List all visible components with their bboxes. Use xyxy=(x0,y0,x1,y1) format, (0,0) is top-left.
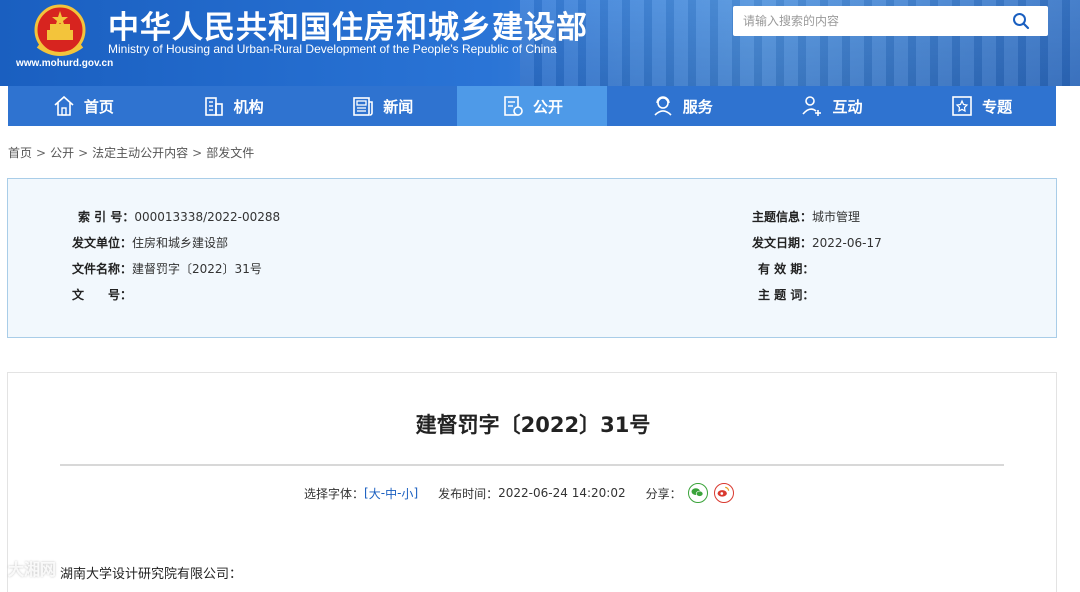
info-index-value: 000013338/2022-00288 xyxy=(134,210,281,224)
search-input[interactable] xyxy=(743,6,1003,36)
nav-label: 公开 xyxy=(533,97,564,116)
info-keywords-row: 主 题 词： xyxy=(758,286,814,303)
info-index-label: 索 引 号： xyxy=(78,210,135,224)
info-keywords-label: 主 题 词： xyxy=(758,288,815,302)
info-docname-value: 建督罚字〔2022〕31号 xyxy=(132,262,262,276)
font-size-large-link[interactable]: 大 xyxy=(369,485,381,502)
info-topic-row: 主题信息：城市管理 xyxy=(752,208,860,225)
site-subtitle: Ministry of Housing and Urban-Rural Deve… xyxy=(108,42,557,56)
font-size-medium-link[interactable]: 中 xyxy=(385,485,397,502)
info-docname-label: 文件名称： xyxy=(72,262,133,276)
info-topic-value: 城市管理 xyxy=(812,210,861,224)
interaction-icon xyxy=(802,96,822,116)
breadcrumb-public[interactable]: 公开 xyxy=(50,146,74,160)
national-emblem-icon xyxy=(34,4,86,56)
nav-label: 专题 xyxy=(982,97,1013,116)
info-topic-label: 主题信息： xyxy=(752,210,813,224)
breadcrumb-separator: > xyxy=(192,146,203,160)
main-nav: 首页 机构 新闻 公开 服务 互动 专题 xyxy=(8,86,1056,126)
info-issuer-label: 发文单位： xyxy=(72,236,133,250)
info-docno-label: 文 号： xyxy=(72,288,133,302)
star-badge-icon xyxy=(952,96,972,116)
article-body-first-line: 湖南大学设计研究院有限公司： xyxy=(60,567,243,582)
nav-label: 新闻 xyxy=(383,97,414,116)
info-validity-row: 有 效 期： xyxy=(758,260,814,277)
search-icon[interactable] xyxy=(1012,12,1030,30)
article-panel: 建督罚字〔2022〕31号 选择字体： [ 大 - 中 - 小 ] 发布时间： … xyxy=(7,372,1057,592)
breadcrumb: 首页 > 公开 > 法定主动公开内容 > 部发文件 xyxy=(8,144,254,161)
nav-item-news[interactable]: 新闻 xyxy=(307,86,457,126)
newspaper-icon xyxy=(353,97,374,116)
nav-label: 首页 xyxy=(83,97,114,116)
site-header: 中华人民共和国住房和城乡建设部 Ministry of Housing and … xyxy=(0,0,1080,86)
nav-item-public[interactable]: 公开 xyxy=(457,86,607,126)
info-date-label: 发文日期： xyxy=(752,236,813,250)
breadcrumb-separator: > xyxy=(36,146,47,160)
info-issuer-row: 发文单位：住房和城乡建设部 xyxy=(72,234,228,251)
search-box xyxy=(733,6,1048,36)
weibo-icon[interactable] xyxy=(713,483,734,503)
article-meta: 选择字体： [ 大 - 中 - 小 ] 发布时间： 2022-06-24 14:… xyxy=(304,483,734,503)
service-person-icon xyxy=(654,96,672,116)
wechat-icon[interactable] xyxy=(687,483,708,503)
home-icon xyxy=(54,95,74,116)
font-size-label: 选择字体： xyxy=(304,486,365,501)
info-date-value: 2022-06-17 xyxy=(812,236,882,250)
nav-item-topics[interactable]: 专题 xyxy=(906,86,1056,126)
info-issuer-value: 住房和城乡建设部 xyxy=(132,236,229,250)
info-index-row: 索 引 号：000013338/2022-00288 xyxy=(78,208,280,225)
font-size-bracket-close: ] xyxy=(413,486,419,500)
font-size-small-link[interactable]: 小 xyxy=(401,485,413,502)
publish-time-label: 发布时间： xyxy=(438,486,499,501)
publish-time-value: 2022-06-24 14:20:02 xyxy=(498,486,626,500)
info-validity-label: 有 效 期： xyxy=(758,262,815,276)
breadcrumb-separator: > xyxy=(78,146,89,160)
site-title: 中华人民共和国住房和城乡建设部 xyxy=(108,10,588,46)
info-docname-row: 文件名称：建督罚字〔2022〕31号 xyxy=(72,260,262,277)
article-title: 建督罚字〔2022〕31号 xyxy=(415,413,651,437)
share-label: 分享： xyxy=(645,486,682,501)
site-domain: www.mohurd.gov.cn xyxy=(16,58,114,69)
breadcrumb-home[interactable]: 首页 xyxy=(8,146,32,160)
title-divider xyxy=(60,464,1004,466)
nav-label: 机构 xyxy=(233,97,264,116)
nav-label: 服务 xyxy=(682,97,713,116)
nav-item-institutions[interactable]: 机构 xyxy=(158,86,308,126)
nav-item-home[interactable]: 首页 xyxy=(8,86,158,126)
info-docno-row: 文 号： xyxy=(72,286,132,303)
nav-label: 互动 xyxy=(832,97,863,116)
document-icon xyxy=(504,96,523,116)
info-date-row: 发文日期：2022-06-17 xyxy=(752,234,882,251)
document-info-panel: 索 引 号：000013338/2022-00288 发文单位：住房和城乡建设部… xyxy=(7,178,1057,338)
nav-item-interaction[interactable]: 互动 xyxy=(757,86,907,126)
watermark: 大湘网 xyxy=(8,560,57,579)
building-icon xyxy=(204,97,223,116)
breadcrumb-ministry-documents[interactable]: 部发文件 xyxy=(206,146,254,160)
breadcrumb-statutory-disclosure[interactable]: 法定主动公开内容 xyxy=(92,146,188,160)
nav-item-services[interactable]: 服务 xyxy=(607,86,757,126)
